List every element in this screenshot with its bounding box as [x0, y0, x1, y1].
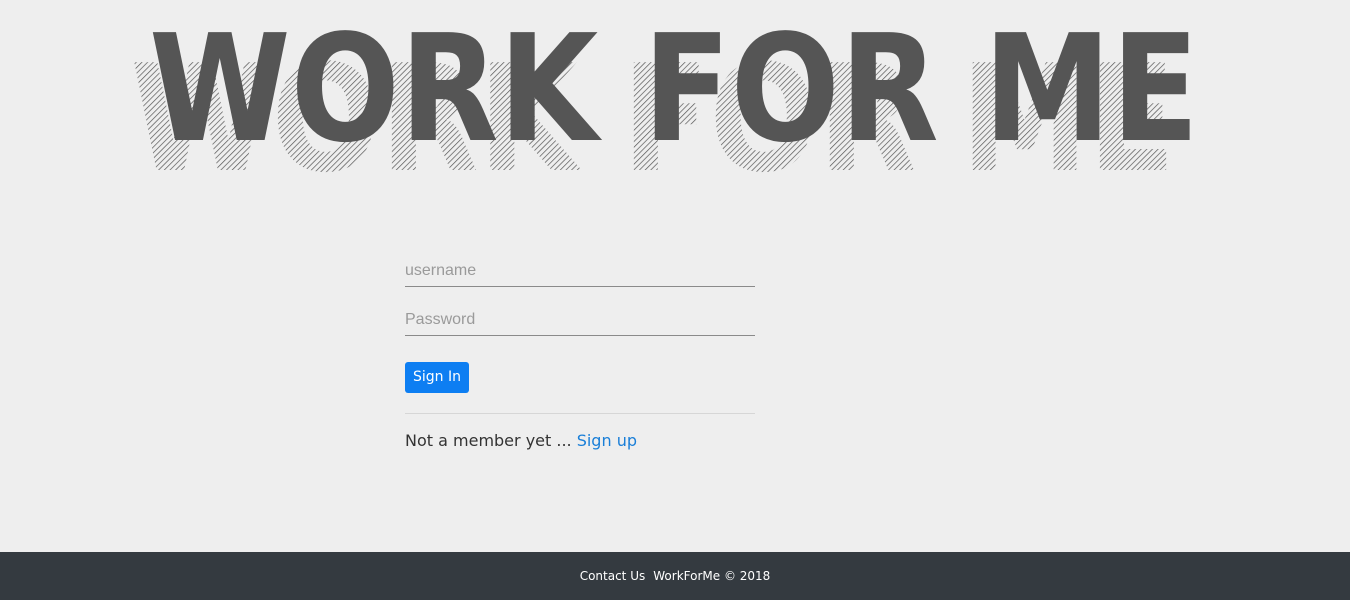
- password-input[interactable]: [405, 311, 755, 329]
- signup-prompt: Not a member yet ... Sign up: [405, 431, 755, 450]
- member-prompt-text: Not a member yet ...: [405, 431, 577, 450]
- contact-us-link[interactable]: Contact Us: [580, 569, 646, 583]
- login-page: WORK FOR ME WORK FOR ME Sign In Not a me…: [0, 0, 1350, 600]
- sign-in-button[interactable]: Sign In: [405, 362, 469, 393]
- logo-graphic: WORK FOR ME WORK FOR ME: [131, 3, 1200, 200]
- copyright-text: WorkForMe © 2018: [653, 569, 771, 583]
- username-input[interactable]: [405, 262, 755, 280]
- site-logo: WORK FOR ME WORK FOR ME: [0, 0, 1350, 200]
- logo-main-text: WORK FOR ME: [149, 3, 1199, 175]
- username-field-wrapper: [405, 250, 755, 287]
- footer: Contact Us WorkForMe © 2018: [0, 552, 1350, 600]
- login-form: Sign In Not a member yet ... Sign up: [405, 250, 755, 450]
- password-field-wrapper: [405, 299, 755, 336]
- form-divider: [405, 413, 755, 414]
- sign-up-link[interactable]: Sign up: [577, 431, 637, 450]
